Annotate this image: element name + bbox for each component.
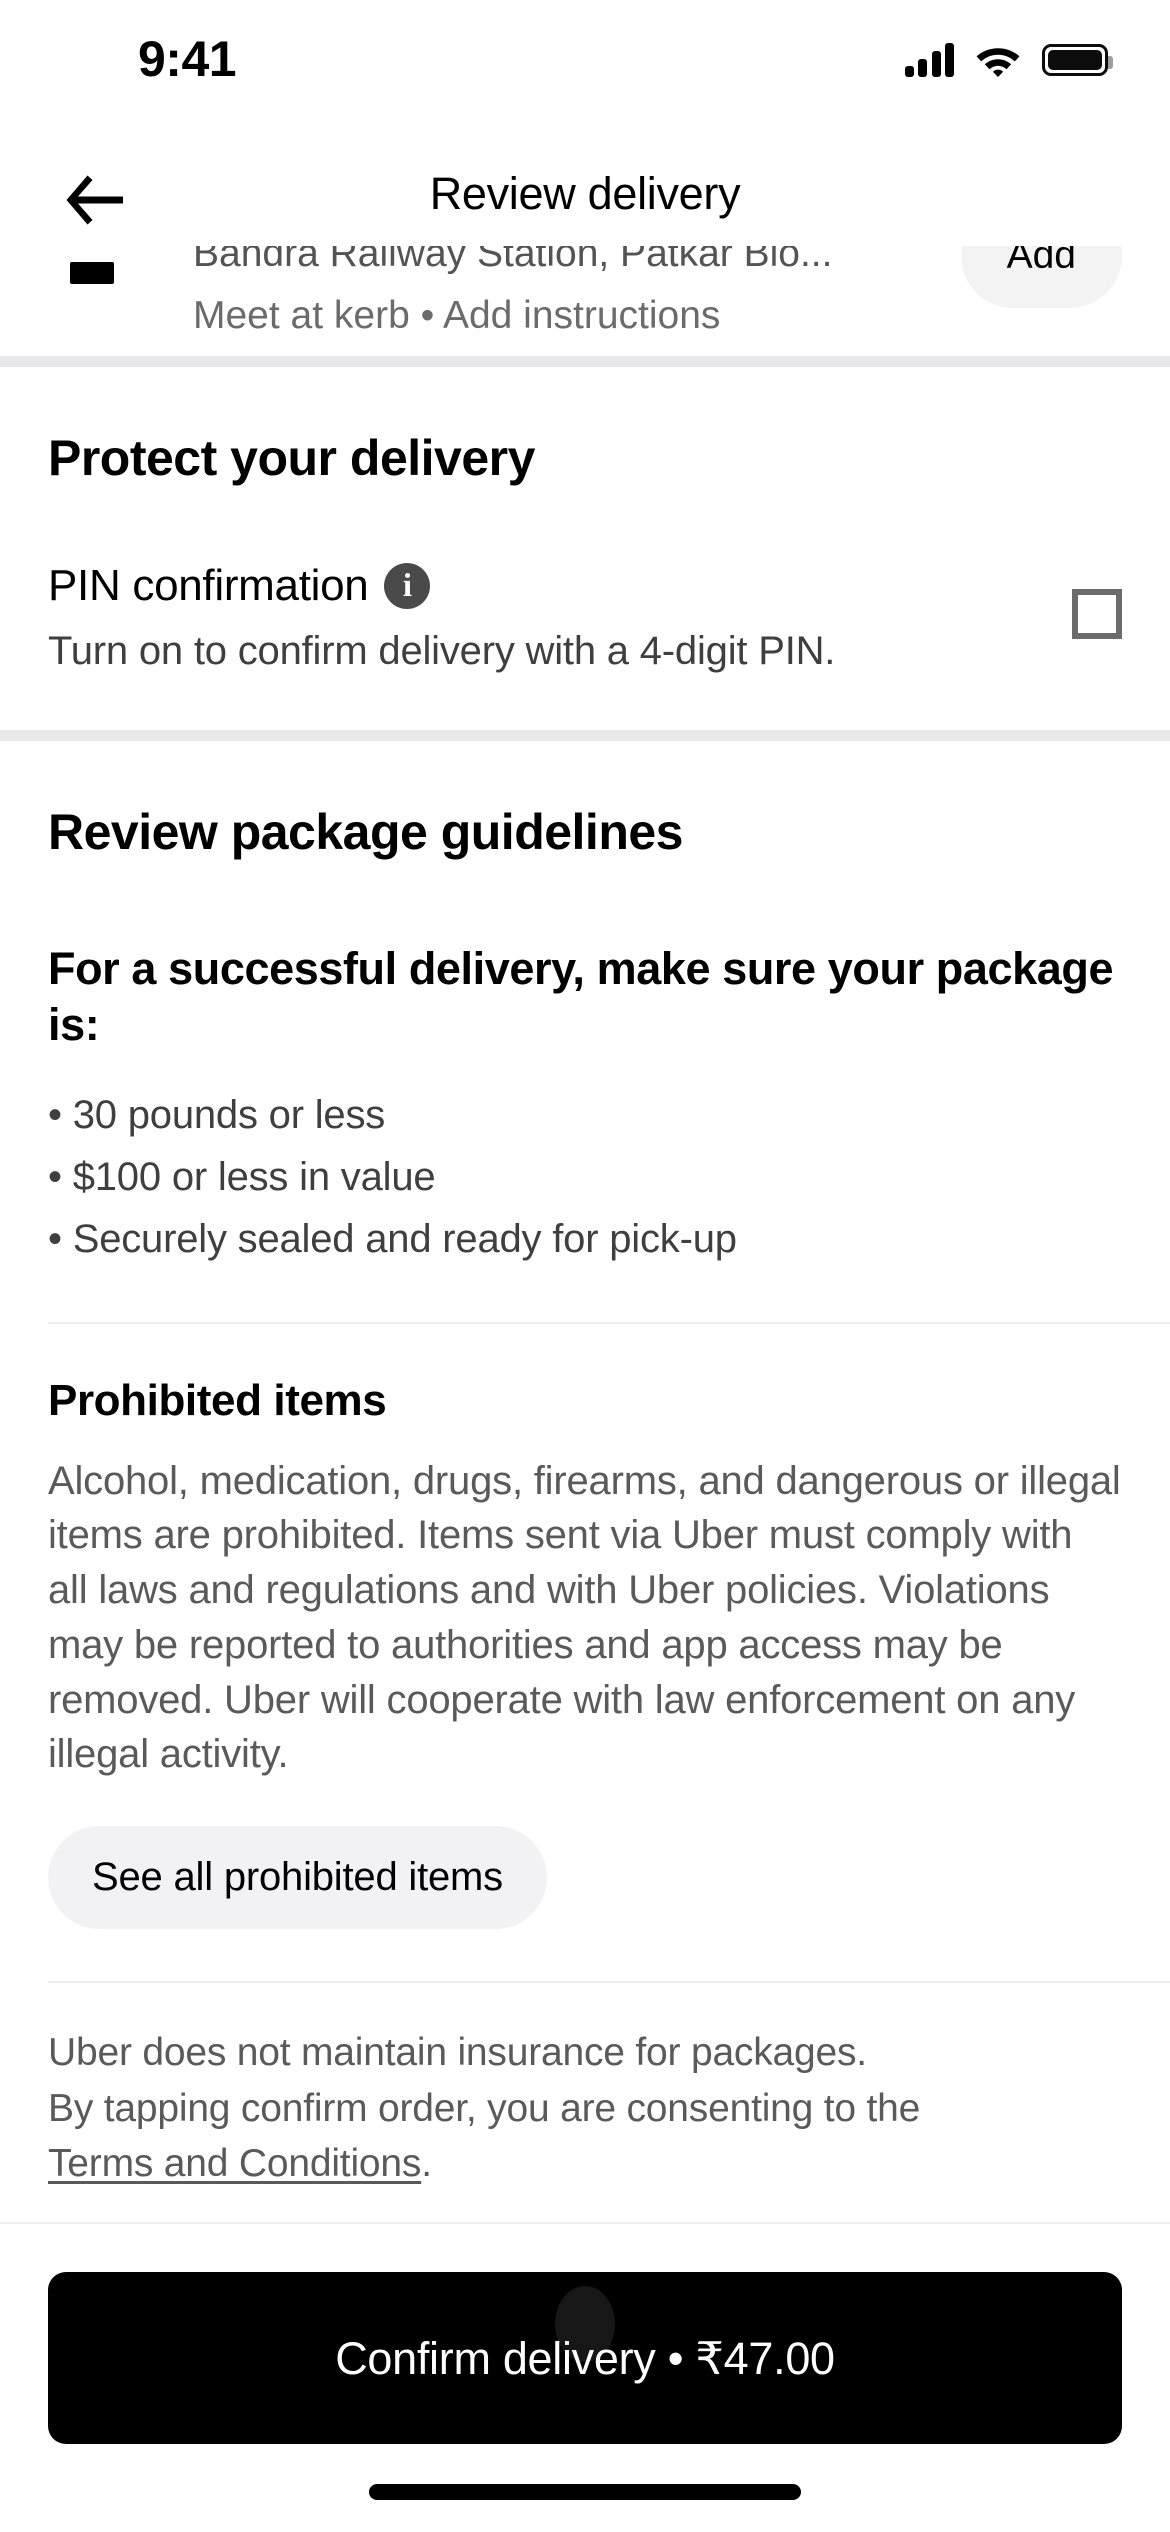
legal-period: . [421, 2142, 432, 2186]
legal-line-1: Uber does not maintain insurance for pac… [48, 2031, 867, 2075]
guidelines-lead-text: For a successful delivery, make sure you… [48, 943, 1114, 1051]
list-item: • 30 pounds or less [48, 1092, 386, 1137]
confirm-delivery-button[interactable]: Confirm delivery • ₹47.00 [48, 2272, 1122, 2444]
status-bar-icons [904, 43, 1113, 77]
pin-confirmation-title-line: PIN confirmation i [48, 561, 1072, 611]
pin-confirmation-title: PIN confirmation [48, 561, 369, 610]
legal-disclaimer-section: Uber does not maintain insurance for pac… [0, 1983, 1170, 2231]
protect-delivery-heading: Protect your delivery [48, 430, 535, 486]
package-guidelines-section: Review package guidelines For a successf… [0, 741, 1170, 1322]
nav-bar: Review delivery [0, 150, 1170, 250]
pin-confirmation-description: Turn on to confirm delivery with a 4-dig… [48, 629, 836, 673]
package-guidelines-heading: Review package guidelines [48, 804, 684, 860]
pin-confirmation-text-block: PIN confirmation i Turn on to confirm de… [48, 561, 1072, 674]
terms-and-conditions-link[interactable]: Terms and Conditions [48, 2142, 421, 2185]
protect-delivery-section: Protect your delivery PIN confirmation i… [0, 367, 1170, 730]
delivery-address-row[interactable]: Bandra Railway Station, Patkar Blo... Me… [0, 246, 1170, 356]
page-title: Review delivery [429, 168, 741, 219]
scroll-content: Protect your delivery PIN confirmation i… [0, 356, 1170, 2231]
pin-confirmation-row[interactable]: PIN confirmation i Turn on to confirm de… [48, 561, 1122, 674]
cellular-signal-icon [904, 43, 954, 77]
status-bar: 9:41 [0, 0, 1170, 100]
legal-line-2: By tapping confirm order, you are consen… [48, 2086, 921, 2130]
touch-ripple [555, 2286, 615, 2362]
destination-marker-icon [70, 262, 114, 284]
home-indicator [369, 2484, 801, 2500]
bottom-action-bar: Confirm delivery • ₹47.00 [0, 2222, 1170, 2532]
list-item: • Securely sealed and ready for pick-up [48, 1216, 737, 1261]
delivery-address-text: Bandra Railway Station, Patkar Blo... [193, 246, 833, 275]
pin-confirmation-checkbox[interactable] [1072, 589, 1122, 639]
legal-line-3: Terms and Conditions. [48, 2136, 1122, 2191]
section-divider [0, 730, 1170, 741]
add-button[interactable]: Add [960, 246, 1122, 308]
status-bar-time: 9:41 [138, 31, 237, 87]
battery-icon [1042, 44, 1113, 76]
section-divider [0, 356, 1170, 367]
list-item: • $100 or less in value [48, 1154, 436, 1199]
prohibited-items-heading: Prohibited items [48, 1375, 387, 1425]
see-all-prohibited-items-button[interactable]: See all prohibited items [48, 1826, 547, 1930]
info-icon[interactable]: i [384, 563, 431, 609]
prohibited-items-section: Prohibited items Alcohol, medication, dr… [0, 1324, 1170, 1982]
see-all-prohibited-items-wrap: See all prohibited items [48, 1826, 1122, 1930]
guidelines-bullet-list: • 30 pounds or less • $100 or less in va… [48, 1084, 1122, 1270]
wifi-icon [976, 44, 1020, 77]
delivery-instructions-text[interactable]: Meet at kerb • Add instructions [193, 294, 720, 338]
phone-screen: 9:41 Review delivery Bandra Railway Stat… [0, 0, 1170, 2532]
prohibited-items-paragraph: Alcohol, medication, drugs, firearms, an… [48, 1458, 1121, 1777]
